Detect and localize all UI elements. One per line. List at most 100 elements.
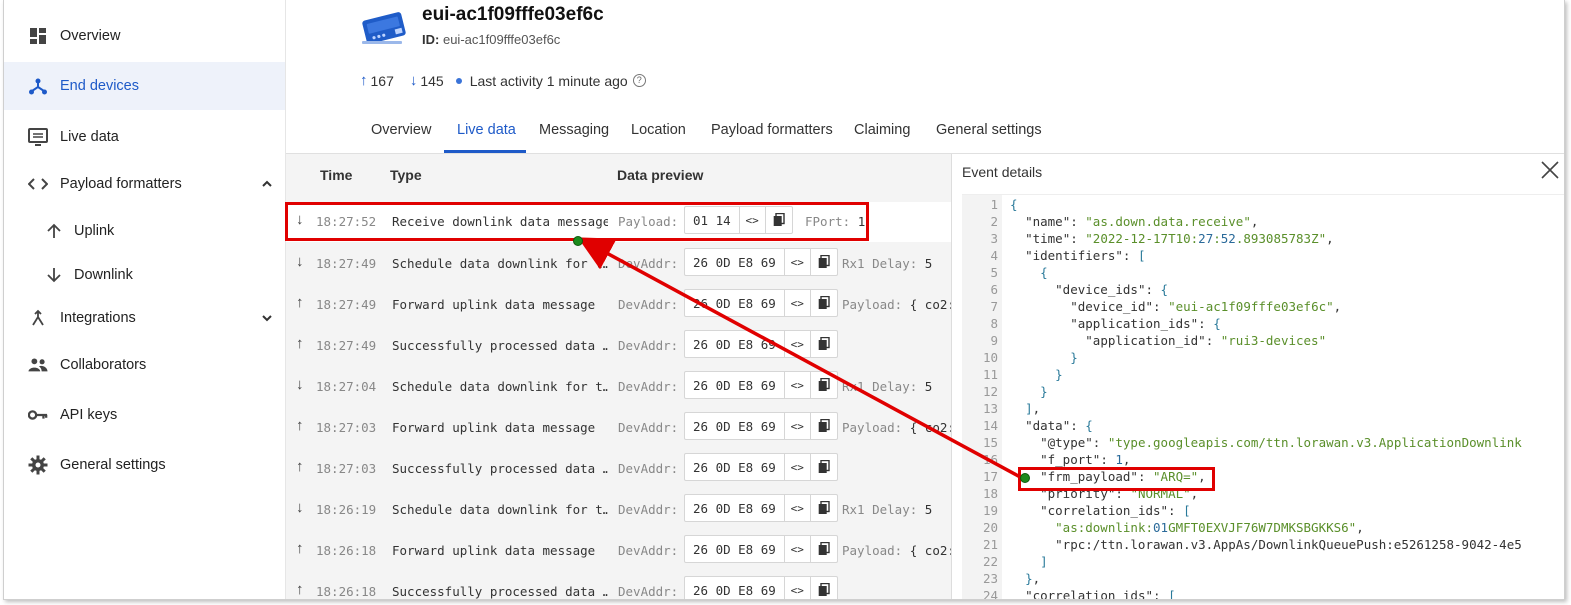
toggle-format-icon[interactable]: <>: [785, 290, 811, 316]
tab-general-settings[interactable]: General settings: [936, 122, 1042, 138]
tab-bar: Overview Live data Messaging Location Pa…: [286, 112, 1564, 154]
sidebar-item-end-devices[interactable]: End devices: [4, 62, 285, 110]
copy-icon[interactable]: [811, 249, 837, 275]
row-preview-label: DevAddr:: [618, 461, 679, 476]
device-icon: [360, 10, 408, 46]
line-number: 23: [982, 571, 998, 586]
toggle-format-icon[interactable]: <>: [785, 372, 811, 398]
copy-icon[interactable]: [811, 413, 837, 439]
toggle-format-icon[interactable]: <>: [785, 536, 811, 562]
row-preview-label: DevAddr:: [618, 379, 679, 394]
copy-icon[interactable]: [811, 536, 837, 562]
json-viewer[interactable]: 1 {2 "name": "as.down.data.receive", 3 "ti…: [962, 194, 1564, 600]
toggle-format-icon[interactable]: <>: [785, 495, 811, 521]
code-text: {: [1010, 197, 1018, 212]
column-header-time: Time: [320, 167, 353, 183]
sidebar-item-live-data[interactable]: Live data: [4, 113, 285, 161]
row-type: Schedule data downlink for t…: [392, 256, 608, 271]
sidebar-item-payload-formatters[interactable]: Payload formatters: [4, 160, 285, 208]
copy-icon[interactable]: [811, 454, 837, 480]
code-text: "correlation_ids": [: [1025, 588, 1176, 600]
sidebar-item-collaborators[interactable]: Collaborators: [4, 341, 285, 389]
toggle-format-icon[interactable]: <>: [785, 577, 811, 599]
row-preview-label: DevAddr:: [618, 297, 679, 312]
table-row[interactable]: ↑ 18:27:49 Forward uplink data message DevA…: [286, 285, 951, 325]
table-row[interactable]: ↑ 18:26:18 Forward uplink data message DevA…: [286, 531, 951, 571]
code-text: "time": "2022-12-17T10:27:52.893085783Z"…: [1025, 231, 1334, 246]
arrow-up-icon: ↑: [296, 581, 304, 598]
uplink-count: ↑ 167: [360, 72, 394, 89]
line-number: 19: [982, 503, 998, 518]
line-number: 7: [990, 299, 998, 314]
sidebar-item-label: Uplink: [74, 223, 115, 239]
code-text: "data": {: [1025, 418, 1093, 433]
tab-location[interactable]: Location: [631, 122, 686, 138]
device-title: eui-ac1f09fffe03ef6c: [422, 4, 604, 25]
table-row[interactable]: ↓ 18:26:19 Schedule data downlink for t… De…: [286, 490, 951, 530]
line-number: 14: [982, 418, 998, 433]
row-type: Schedule data downlink for t…: [392, 379, 608, 394]
table-row[interactable]: ↑ 18:26:18 Successfully processed data … De…: [286, 572, 951, 599]
chevron-up-icon[interactable]: [261, 178, 273, 190]
sidebar-item-api-keys[interactable]: API keys: [4, 391, 285, 439]
table-row[interactable]: ↑ 18:27:03 Successfully processed data … De…: [286, 449, 951, 489]
code-text: }: [1070, 350, 1078, 365]
sidebar-item-downlink[interactable]: Downlink: [4, 251, 285, 299]
sidebar-item-label: Overview: [60, 28, 121, 44]
copy-icon[interactable]: [811, 290, 837, 316]
row-preview-label: DevAddr:: [618, 502, 679, 517]
row-type: Forward uplink data message: [392, 543, 596, 558]
tab-payload-formatters[interactable]: Payload formatters: [711, 122, 833, 138]
row-time: 18:27:03: [316, 461, 377, 476]
copy-icon[interactable]: [811, 372, 837, 398]
close-icon[interactable]: [1540, 160, 1560, 180]
code-text: "f_port": 1,: [1040, 452, 1131, 467]
hex-value: 26 0D E8 69: [685, 331, 785, 357]
event-details-panel: Event details 1 {2 "name": "as.down.data.…: [951, 154, 1564, 600]
grid-icon: [28, 26, 48, 46]
copy-icon[interactable]: [811, 495, 837, 521]
arrow-up-icon: ↑: [360, 72, 368, 89]
hex-value-box: 26 0D E8 69 <>: [684, 289, 838, 317]
row-type: Successfully processed data …: [392, 461, 608, 476]
code-text: {: [1040, 265, 1048, 280]
tab-overview[interactable]: Overview: [371, 122, 431, 138]
row-time: 18:26:18: [316, 543, 377, 558]
column-header-preview: Data preview: [617, 167, 704, 183]
row-time: 18:26:19: [316, 502, 377, 517]
table-row[interactable]: ↑ 18:27:03 Forward uplink data message DevA…: [286, 408, 951, 448]
arrow-up-icon: ↑: [296, 458, 304, 475]
line-number: 20: [982, 520, 998, 535]
code-text: }: [1040, 384, 1048, 399]
sidebar-item-uplink[interactable]: Uplink: [4, 207, 285, 255]
line-number: 22: [982, 554, 998, 569]
code-icon: [28, 174, 48, 194]
line-number: 15: [982, 435, 998, 450]
toggle-format-icon[interactable]: <>: [785, 249, 811, 275]
tab-live-data[interactable]: Live data: [457, 122, 516, 138]
help-icon[interactable]: ?: [632, 74, 646, 87]
toggle-format-icon[interactable]: <>: [785, 413, 811, 439]
table-row[interactable]: ↓ 18:27:04 Schedule data downlink for t… De…: [286, 367, 951, 407]
device-id: ID: eui-ac1f09fffe03ef6c: [422, 32, 560, 47]
hex-value-box: 26 0D E8 69 <>: [684, 248, 838, 276]
line-number: 4: [990, 248, 998, 263]
sidebar-item-integrations[interactable]: Integrations: [4, 294, 285, 342]
toggle-format-icon[interactable]: <>: [785, 454, 811, 480]
people-icon: [28, 355, 48, 375]
table-row[interactable]: ↑ 18:27:49 Successfully processed data … De…: [286, 326, 951, 366]
sidebar-item-general-settings[interactable]: General settings: [4, 441, 285, 489]
table-row[interactable]: ↓ 18:27:49 Schedule data downlink for t… De…: [286, 244, 951, 284]
tab-claiming[interactable]: Claiming: [854, 122, 910, 138]
sidebar-item-overview[interactable]: Overview: [4, 12, 285, 60]
copy-icon[interactable]: [811, 577, 837, 599]
arrow-down-icon: [44, 265, 64, 285]
chevron-down-icon[interactable]: [261, 312, 273, 324]
sidebar-item-label: Live data: [60, 129, 119, 145]
code-text: "correlation_ids": [: [1040, 503, 1191, 518]
copy-icon[interactable]: [811, 331, 837, 357]
tab-messaging[interactable]: Messaging: [539, 122, 609, 138]
code-text: "device_id": "eui-ac1f09fffe03ef6c",: [1070, 299, 1342, 314]
arrow-up-icon: [44, 221, 64, 241]
toggle-format-icon[interactable]: <>: [785, 331, 811, 357]
